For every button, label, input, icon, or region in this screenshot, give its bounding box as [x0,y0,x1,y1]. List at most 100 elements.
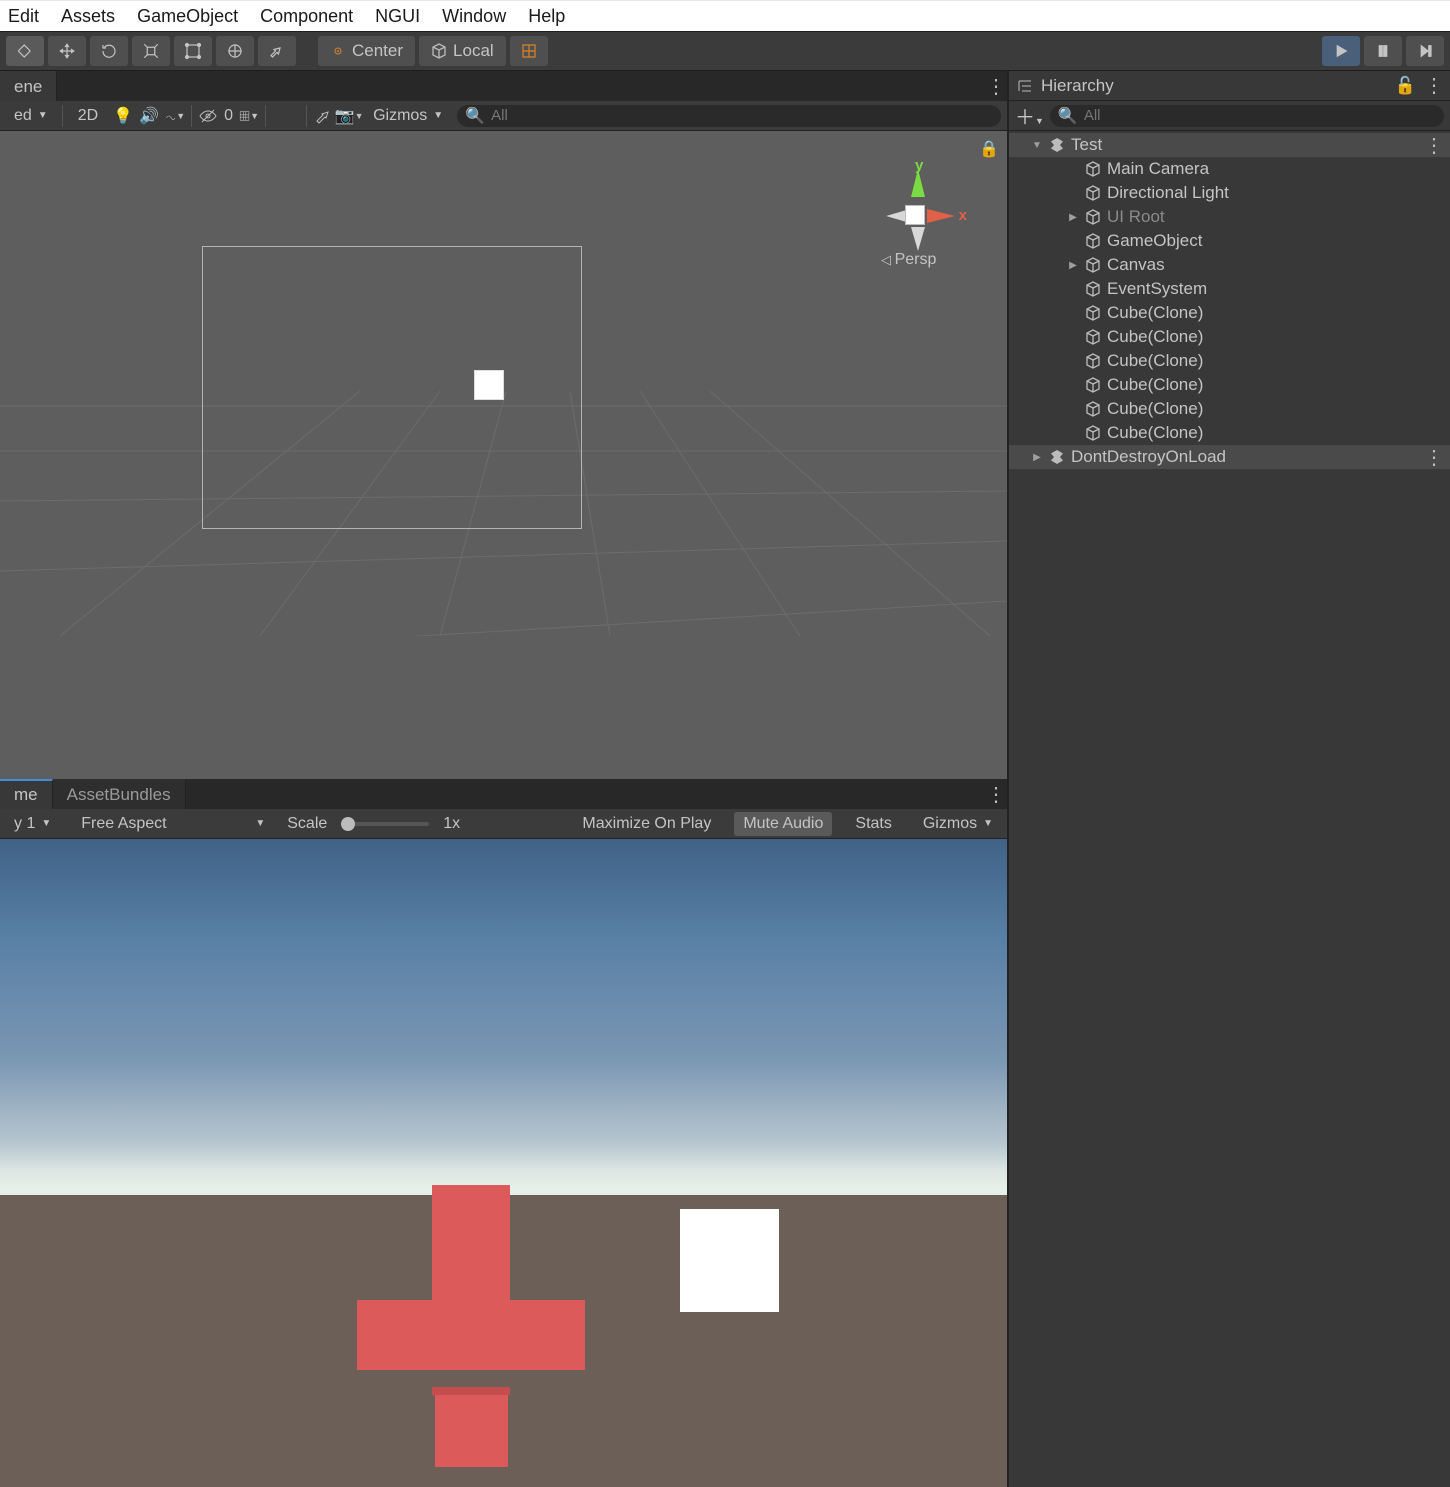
lighting-icon[interactable]: 💡 [113,106,133,126]
hidden-objects-icon[interactable] [198,106,218,126]
aspect-dropdown[interactable]: Free Aspect▼ [73,815,273,833]
hierarchy-item[interactable]: Main Camera [1009,157,1450,181]
gizmo-center[interactable] [905,205,925,225]
scene-object-cube[interactable] [474,370,504,400]
menu-help[interactable]: Help [528,6,565,27]
scene-options[interactable]: ⋮ [1424,133,1442,158]
mute-toggle[interactable]: Mute Audio [734,812,832,836]
hierarchy-item-label: Cube(Clone) [1107,303,1203,323]
orientation-gizmo[interactable]: y x ◁ Persp [859,157,969,272]
scene-tab[interactable]: ene [0,71,57,101]
scale-label: Scale [287,815,327,833]
hierarchy-search[interactable]: 🔍 [1050,105,1444,127]
red-cube-3 [435,1394,508,1467]
scale-slider[interactable] [341,822,429,826]
game-view[interactable] [0,839,1007,1487]
hierarchy-item-label: UI Root [1107,207,1165,227]
move-tool[interactable] [48,36,86,66]
game-tab-options[interactable]: ⋮ [983,779,1007,809]
menu-window[interactable]: Window [442,6,506,27]
hierarchy-item[interactable]: Cube(Clone) [1009,397,1450,421]
grid-icon[interactable]: ▼ [239,106,259,126]
stats-toggle[interactable]: Stats [846,812,900,836]
hierarchy-item[interactable]: Cube(Clone) [1009,349,1450,373]
gizmo-x-axis[interactable] [927,209,955,223]
hierarchy-item-label: GameObject [1107,231,1202,251]
grid-snap-button[interactable] [510,36,548,66]
gameobject-icon [1085,209,1101,225]
hierarchy-options[interactable]: ⋮ [1424,73,1442,98]
red-cube-3-top [432,1387,510,1395]
display-dropdown[interactable]: y 1▼ [6,815,59,833]
step-button[interactable] [1406,36,1444,66]
hierarchy-item[interactable]: EventSystem [1009,277,1450,301]
tools-icon[interactable] [313,106,333,126]
scene-lock-icon[interactable]: 🔒 [979,139,999,159]
search-icon: 🔍 [465,106,485,126]
dont-destroy-options[interactable]: ⋮ [1424,445,1442,470]
hand-tool[interactable] [6,36,44,66]
gizmos-dropdown[interactable]: Gizmos▼ [365,107,451,125]
scene-search[interactable]: 🔍 [457,105,1001,127]
hierarchy-item[interactable]: Cube(Clone) [1009,421,1450,445]
hierarchy-search-input[interactable] [1084,107,1436,124]
dont-destroy-node[interactable]: ▶ DontDestroyOnLoad ⋮ [1009,445,1450,469]
pivot-mode-button[interactable]: Center [318,36,415,66]
custom-tool[interactable] [258,36,296,66]
assetbundles-tab[interactable]: AssetBundles [53,779,186,809]
hierarchy-item-label: Cube(Clone) [1107,399,1203,419]
hierarchy-item[interactable]: ▶UI Root [1009,205,1450,229]
game-toolbar: y 1▼ Free Aspect▼ Scale 1x Maximize On P… [0,809,1007,839]
hierarchy-tools: ＋▼ 🔍 [1009,101,1450,131]
draw-mode-dropdown[interactable]: ed▼ [6,107,56,125]
gizmo-y-label: y [915,157,923,174]
transform-tool[interactable] [216,36,254,66]
hierarchy-item[interactable]: ▶Canvas [1009,253,1450,277]
menu-component[interactable]: Component [260,6,353,27]
play-button[interactable] [1322,36,1360,66]
hierarchy-item[interactable]: Cube(Clone) [1009,325,1450,349]
pivot-mode-label: Center [352,41,403,61]
game-gizmos-dropdown[interactable]: Gizmos▼ [915,815,1001,833]
scene-node[interactable]: ▼ Test ⋮ [1009,133,1450,157]
unity-logo-icon [1049,449,1065,465]
game-tab[interactable]: me [0,779,53,809]
effects-dropdown[interactable]: ▼ [165,106,185,126]
camera-icon[interactable]: 📷▼ [339,106,359,126]
game-tabstrip: me AssetBundles ⋮ [0,779,1007,809]
hierarchy-item-label: Cube(Clone) [1107,351,1203,371]
gizmo-projection[interactable]: ◁ Persp [881,251,936,269]
hierarchy-item[interactable]: GameObject [1009,229,1450,253]
gameobject-icon [1085,185,1101,201]
gameobject-icon [1085,305,1101,321]
create-button[interactable]: ＋▼ [1015,101,1044,130]
hierarchy-item-label: Main Camera [1107,159,1209,179]
gameobject-icon [1085,329,1101,345]
menu-edit[interactable]: Edit [8,6,39,27]
2d-toggle[interactable]: 2D [69,104,107,128]
hierarchy-item[interactable]: Directional Light [1009,181,1450,205]
red-cube-2 [357,1300,585,1370]
pivot-rotation-button[interactable]: Local [419,36,506,66]
gameobject-icon [1085,401,1101,417]
gameobject-icon [1085,281,1101,297]
hierarchy-lock-icon[interactable]: 🔓 [1395,76,1416,96]
maximize-toggle[interactable]: Maximize On Play [573,812,720,836]
rotate-tool[interactable] [90,36,128,66]
audio-icon[interactable]: 🔊 [139,106,159,126]
pause-button[interactable] [1364,36,1402,66]
scene-tab-options[interactable]: ⋮ [983,71,1007,101]
menu-assets[interactable]: Assets [61,6,115,27]
rect-tool[interactable] [174,36,212,66]
red-cube-1 [432,1185,510,1300]
hierarchy-item[interactable]: Cube(Clone) [1009,373,1450,397]
gameobject-icon [1085,233,1101,249]
scale-tool[interactable] [132,36,170,66]
white-cube [680,1209,779,1312]
hierarchy-item[interactable]: Cube(Clone) [1009,301,1450,325]
menu-ngui[interactable]: NGUI [375,6,420,27]
main-menu-bar: Edit Assets GameObject Component NGUI Wi… [0,0,1450,31]
menu-gameobject[interactable]: GameObject [137,6,238,27]
scene-search-input[interactable] [491,107,993,124]
scene-view[interactable]: 🔒 y x ◁ Persp [0,131,1007,779]
